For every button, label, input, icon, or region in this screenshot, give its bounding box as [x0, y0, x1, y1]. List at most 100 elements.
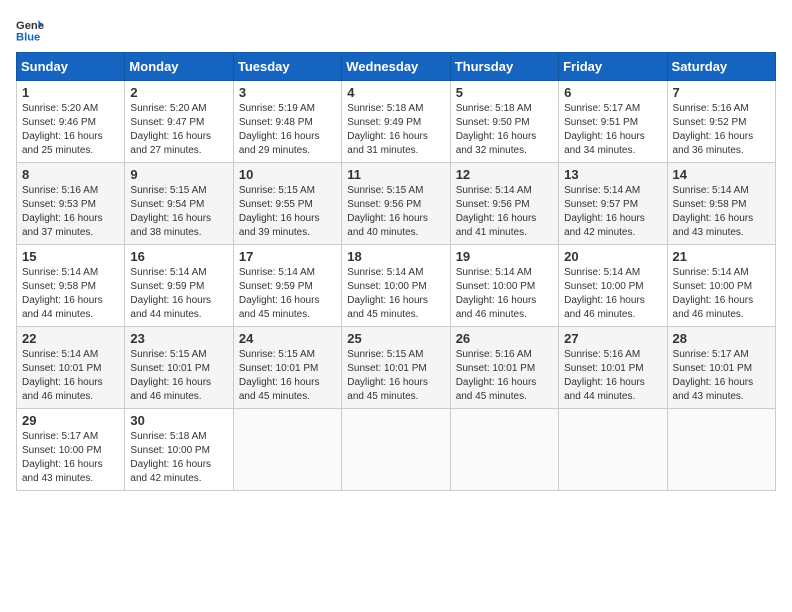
calendar-cell: 3 Sunrise: 5:19 AMSunset: 9:48 PMDayligh… — [233, 81, 341, 163]
day-number: 11 — [347, 167, 444, 182]
day-number: 16 — [130, 249, 227, 264]
day-number: 29 — [22, 413, 119, 428]
svg-text:Blue: Blue — [16, 31, 40, 43]
day-number: 22 — [22, 331, 119, 346]
calendar-cell: 22 Sunrise: 5:14 AMSunset: 10:01 PMDayli… — [17, 327, 125, 409]
calendar-cell: 26 Sunrise: 5:16 AMSunset: 10:01 PMDayli… — [450, 327, 558, 409]
calendar-row-4: 29 Sunrise: 5:17 AMSunset: 10:00 PMDayli… — [17, 409, 776, 491]
day-info: Sunrise: 5:14 AMSunset: 10:00 PMDaylight… — [673, 267, 754, 320]
calendar-cell: 4 Sunrise: 5:18 AMSunset: 9:49 PMDayligh… — [342, 81, 450, 163]
day-number: 15 — [22, 249, 119, 264]
day-info: Sunrise: 5:17 AMSunset: 10:01 PMDaylight… — [673, 349, 754, 402]
calendar-table: SundayMondayTuesdayWednesdayThursdayFrid… — [16, 52, 776, 491]
calendar-cell: 12 Sunrise: 5:14 AMSunset: 9:56 PMDaylig… — [450, 163, 558, 245]
calendar-cell: 2 Sunrise: 5:20 AMSunset: 9:47 PMDayligh… — [125, 81, 233, 163]
day-info: Sunrise: 5:16 AMSunset: 10:01 PMDaylight… — [564, 349, 645, 402]
day-info: Sunrise: 5:14 AMSunset: 9:59 PMDaylight:… — [130, 267, 211, 320]
calendar-cell: 13 Sunrise: 5:14 AMSunset: 9:57 PMDaylig… — [559, 163, 667, 245]
day-number: 21 — [673, 249, 770, 264]
day-number: 13 — [564, 167, 661, 182]
day-number: 9 — [130, 167, 227, 182]
calendar-cell — [233, 409, 341, 491]
day-number: 8 — [22, 167, 119, 182]
calendar-cell: 27 Sunrise: 5:16 AMSunset: 10:01 PMDayli… — [559, 327, 667, 409]
day-number: 23 — [130, 331, 227, 346]
calendar-cell — [450, 409, 558, 491]
weekday-header-wednesday: Wednesday — [342, 53, 450, 81]
calendar-cell: 6 Sunrise: 5:17 AMSunset: 9:51 PMDayligh… — [559, 81, 667, 163]
calendar-cell: 19 Sunrise: 5:14 AMSunset: 10:00 PMDayli… — [450, 245, 558, 327]
day-info: Sunrise: 5:15 AMSunset: 10:01 PMDaylight… — [130, 349, 211, 402]
day-info: Sunrise: 5:20 AMSunset: 9:46 PMDaylight:… — [22, 103, 103, 156]
day-info: Sunrise: 5:15 AMSunset: 10:01 PMDaylight… — [347, 349, 428, 402]
day-info: Sunrise: 5:14 AMSunset: 9:56 PMDaylight:… — [456, 185, 537, 238]
calendar-row-3: 22 Sunrise: 5:14 AMSunset: 10:01 PMDayli… — [17, 327, 776, 409]
day-info: Sunrise: 5:14 AMSunset: 10:01 PMDaylight… — [22, 349, 103, 402]
day-info: Sunrise: 5:14 AMSunset: 9:57 PMDaylight:… — [564, 185, 645, 238]
calendar-cell — [342, 409, 450, 491]
day-info: Sunrise: 5:14 AMSunset: 9:58 PMDaylight:… — [22, 267, 103, 320]
calendar-cell: 10 Sunrise: 5:15 AMSunset: 9:55 PMDaylig… — [233, 163, 341, 245]
weekday-header-thursday: Thursday — [450, 53, 558, 81]
weekday-header-sunday: Sunday — [17, 53, 125, 81]
day-info: Sunrise: 5:18 AMSunset: 9:49 PMDaylight:… — [347, 103, 428, 156]
weekday-header-saturday: Saturday — [667, 53, 775, 81]
logo: General Blue — [16, 16, 44, 44]
day-info: Sunrise: 5:16 AMSunset: 9:52 PMDaylight:… — [673, 103, 754, 156]
day-number: 1 — [22, 85, 119, 100]
day-info: Sunrise: 5:14 AMSunset: 9:59 PMDaylight:… — [239, 267, 320, 320]
weekday-header-tuesday: Tuesday — [233, 53, 341, 81]
page-header: General Blue — [16, 16, 776, 44]
calendar-cell: 30 Sunrise: 5:18 AMSunset: 10:00 PMDayli… — [125, 409, 233, 491]
day-info: Sunrise: 5:14 AMSunset: 9:58 PMDaylight:… — [673, 185, 754, 238]
day-number: 17 — [239, 249, 336, 264]
calendar-cell: 14 Sunrise: 5:14 AMSunset: 9:58 PMDaylig… — [667, 163, 775, 245]
calendar-cell: 25 Sunrise: 5:15 AMSunset: 10:01 PMDayli… — [342, 327, 450, 409]
calendar-cell: 29 Sunrise: 5:17 AMSunset: 10:00 PMDayli… — [17, 409, 125, 491]
calendar-cell: 28 Sunrise: 5:17 AMSunset: 10:01 PMDayli… — [667, 327, 775, 409]
day-number: 19 — [456, 249, 553, 264]
day-number: 12 — [456, 167, 553, 182]
day-number: 28 — [673, 331, 770, 346]
day-info: Sunrise: 5:14 AMSunset: 10:00 PMDaylight… — [347, 267, 428, 320]
day-info: Sunrise: 5:14 AMSunset: 10:00 PMDaylight… — [456, 267, 537, 320]
calendar-row-1: 8 Sunrise: 5:16 AMSunset: 9:53 PMDayligh… — [17, 163, 776, 245]
day-number: 6 — [564, 85, 661, 100]
calendar-cell: 5 Sunrise: 5:18 AMSunset: 9:50 PMDayligh… — [450, 81, 558, 163]
day-number: 24 — [239, 331, 336, 346]
day-number: 30 — [130, 413, 227, 428]
weekday-header-monday: Monday — [125, 53, 233, 81]
weekday-header-friday: Friday — [559, 53, 667, 81]
calendar-cell: 8 Sunrise: 5:16 AMSunset: 9:53 PMDayligh… — [17, 163, 125, 245]
calendar-cell: 15 Sunrise: 5:14 AMSunset: 9:58 PMDaylig… — [17, 245, 125, 327]
day-number: 10 — [239, 167, 336, 182]
calendar-cell: 24 Sunrise: 5:15 AMSunset: 10:01 PMDayli… — [233, 327, 341, 409]
day-info: Sunrise: 5:17 AMSunset: 10:00 PMDaylight… — [22, 431, 103, 484]
day-info: Sunrise: 5:19 AMSunset: 9:48 PMDaylight:… — [239, 103, 320, 156]
calendar-row-2: 15 Sunrise: 5:14 AMSunset: 9:58 PMDaylig… — [17, 245, 776, 327]
calendar-cell: 16 Sunrise: 5:14 AMSunset: 9:59 PMDaylig… — [125, 245, 233, 327]
calendar-row-0: 1 Sunrise: 5:20 AMSunset: 9:46 PMDayligh… — [17, 81, 776, 163]
calendar-cell: 11 Sunrise: 5:15 AMSunset: 9:56 PMDaylig… — [342, 163, 450, 245]
day-info: Sunrise: 5:15 AMSunset: 9:54 PMDaylight:… — [130, 185, 211, 238]
calendar-cell: 7 Sunrise: 5:16 AMSunset: 9:52 PMDayligh… — [667, 81, 775, 163]
day-info: Sunrise: 5:15 AMSunset: 9:56 PMDaylight:… — [347, 185, 428, 238]
calendar-cell: 9 Sunrise: 5:15 AMSunset: 9:54 PMDayligh… — [125, 163, 233, 245]
day-number: 14 — [673, 167, 770, 182]
day-info: Sunrise: 5:17 AMSunset: 9:51 PMDaylight:… — [564, 103, 645, 156]
day-info: Sunrise: 5:20 AMSunset: 9:47 PMDaylight:… — [130, 103, 211, 156]
day-number: 7 — [673, 85, 770, 100]
calendar-cell: 21 Sunrise: 5:14 AMSunset: 10:00 PMDayli… — [667, 245, 775, 327]
calendar-cell — [667, 409, 775, 491]
day-number: 20 — [564, 249, 661, 264]
day-number: 5 — [456, 85, 553, 100]
day-info: Sunrise: 5:15 AMSunset: 10:01 PMDaylight… — [239, 349, 320, 402]
day-number: 3 — [239, 85, 336, 100]
day-info: Sunrise: 5:18 AMSunset: 9:50 PMDaylight:… — [456, 103, 537, 156]
calendar-cell: 20 Sunrise: 5:14 AMSunset: 10:00 PMDayli… — [559, 245, 667, 327]
day-info: Sunrise: 5:15 AMSunset: 9:55 PMDaylight:… — [239, 185, 320, 238]
calendar-cell — [559, 409, 667, 491]
calendar-cell: 18 Sunrise: 5:14 AMSunset: 10:00 PMDayli… — [342, 245, 450, 327]
day-info: Sunrise: 5:16 AMSunset: 10:01 PMDaylight… — [456, 349, 537, 402]
day-number: 26 — [456, 331, 553, 346]
